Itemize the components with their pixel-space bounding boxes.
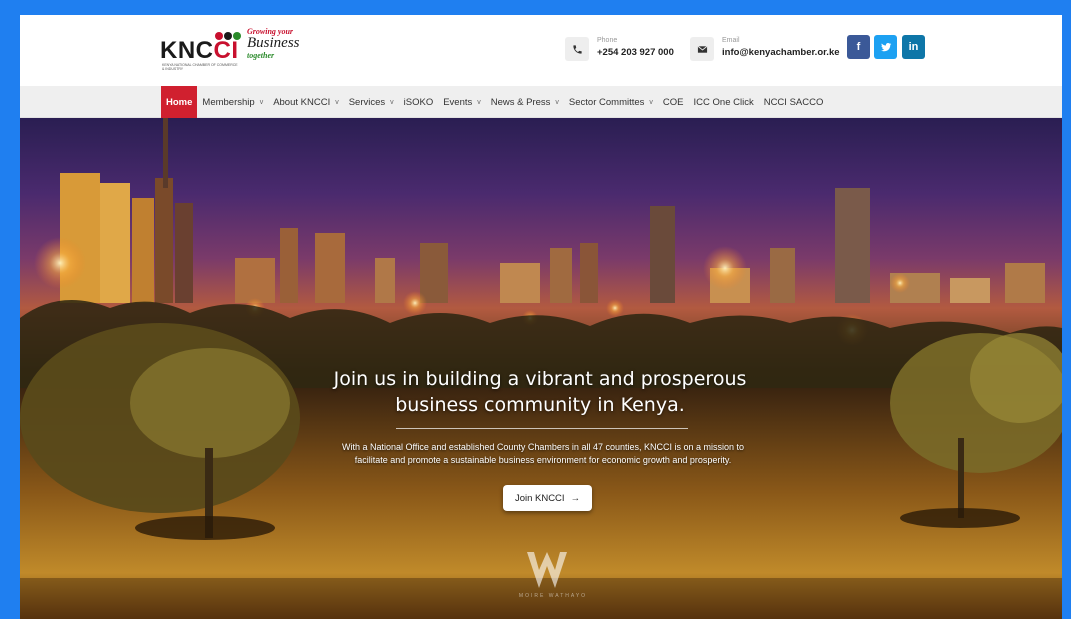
hero-description: With a National Office and established C…: [310, 441, 776, 467]
twitter-icon[interactable]: [874, 35, 897, 59]
email-label: Email: [722, 37, 740, 44]
arrow-right-icon: →: [570, 492, 581, 504]
nav-item-label: About KNCCI: [273, 96, 331, 108]
nav-item-events[interactable]: Events v: [438, 86, 486, 118]
join-kncci-button[interactable]: Join KNCCI →: [503, 485, 592, 511]
nav-item-label: Home: [166, 96, 193, 108]
chevron-down-icon: v: [390, 98, 394, 106]
chevron-down-icon: v: [555, 98, 559, 106]
logo-tagline-bottom: together: [247, 51, 275, 60]
nav-item-label: Services: [348, 96, 386, 108]
logo-wordmark-suffix: CI: [213, 37, 239, 64]
main-navigation: Home Membership v About KNCCI v Services v iSOK…: [20, 86, 1062, 118]
email-contact[interactable]: Email info@kenyachamber.or.ke: [690, 34, 870, 66]
nav-item-label: Sector Committes: [568, 96, 645, 108]
email-value: info@kenyachamber.or.ke: [722, 47, 840, 58]
envelope-icon: [690, 37, 714, 61]
hero-banner: Join us in building a vibrant and prospe…: [20, 118, 1062, 619]
nav-item-membership[interactable]: Membership v: [197, 86, 268, 118]
logo-wordmark-prefix: KNC: [160, 37, 214, 64]
hero-desc-line1: With a National Office and established C…: [341, 442, 745, 452]
kncci-logo[interactable]: KNCCI Growing your Business together KEN…: [160, 25, 320, 75]
nav-item-label: News & Press: [490, 96, 551, 108]
phone-value: +254 203 927 000: [597, 47, 674, 58]
linkedin-icon[interactable]: in: [902, 35, 925, 59]
join-button-label: Join KNCCI: [514, 492, 565, 504]
phone-label: Phone: [597, 37, 618, 44]
browser-frame: KNCCI Growing your Business together KEN…: [20, 15, 1062, 619]
hero-divider: [396, 428, 688, 429]
chevron-down-icon: v: [649, 98, 653, 106]
nav-item-ncci-sacco[interactable]: NCCI SACCO: [759, 86, 829, 118]
logo-subtext: KENYA NATIONAL CHAMBER OF COMMERCE & IND…: [162, 63, 238, 71]
nav-item-label: NCCI SACCO: [763, 96, 824, 108]
nav-item-coe[interactable]: COE: [658, 86, 689, 118]
nav-item-home[interactable]: Home: [161, 86, 198, 118]
nav-item-icc-one-click[interactable]: ICC One Click: [689, 86, 759, 118]
logo-tagline-mid: Business: [247, 35, 300, 51]
nav-item-label: Events: [443, 96, 473, 108]
nav-item-about-kncci[interactable]: About KNCCI v: [268, 86, 344, 118]
nav-item-label: ICC One Click: [693, 96, 754, 108]
chevron-down-icon: v: [259, 98, 264, 106]
nav-item-services[interactable]: Services v: [344, 86, 399, 118]
hero-desc-line2: facilitate and promote a sustainable bus…: [354, 455, 732, 465]
phone-icon: [565, 37, 589, 61]
hero-title-line1: Join us in building a vibrant and prospe…: [333, 368, 747, 390]
watermark-text: MOIRE WATHAYO: [518, 593, 588, 599]
hero-title: Join us in building a vibrant and prospe…: [260, 366, 820, 418]
site-header: KNCCI Growing your Business together KEN…: [20, 15, 1062, 86]
nav-item-sector-committes[interactable]: Sector Committes v: [564, 86, 658, 118]
chevron-down-icon: v: [477, 98, 481, 106]
nav-item-label: iSOKO: [403, 96, 434, 108]
nav-item-news-press[interactable]: News & Press v: [486, 86, 564, 118]
nav-item-isoko[interactable]: iSOKO: [399, 86, 439, 118]
facebook-icon[interactable]: f: [847, 35, 870, 59]
chevron-down-icon: v: [335, 98, 339, 106]
nav-list: Home Membership v About KNCCI v Services v iSOK…: [161, 86, 828, 118]
nav-item-label: Membership: [202, 96, 255, 108]
nav-item-label: COE: [662, 96, 684, 108]
hero-title-line2: business community in Kenya.: [395, 394, 685, 416]
phone-contact[interactable]: Phone +254 203 927 000: [565, 34, 705, 66]
logo-wordmark: KNCCI: [160, 37, 239, 65]
